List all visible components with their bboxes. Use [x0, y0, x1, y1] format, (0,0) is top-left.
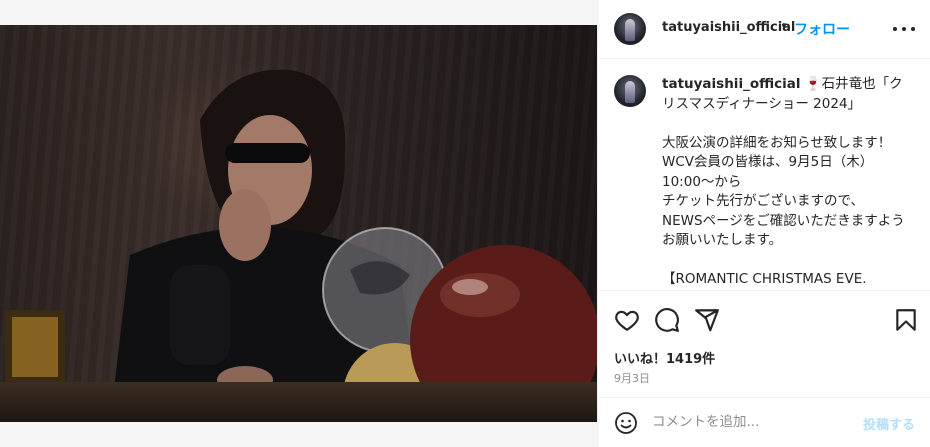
post-date[interactable]: 9月3日	[614, 370, 650, 386]
caption-body: 🍷石井竜也「クリスマスディナーショー 2024」 大阪公演の詳細をお知らせ致しま…	[662, 76, 905, 287]
caption: tatuyaishii_official 🍷石井竜也「クリスマスディナーショー …	[662, 75, 914, 290]
likes-count[interactable]: いいね！1419件	[614, 348, 715, 367]
comment-icon[interactable]	[654, 307, 680, 333]
caption-area: tatuyaishii_official 🍷石井竜也「クリスマスディナーショー …	[598, 60, 930, 290]
post-header: tatuyaishii_official • フォロー	[598, 0, 930, 59]
comment-input[interactable]	[652, 410, 852, 434]
caption-avatar[interactable]	[614, 75, 646, 107]
paper-plane-icon[interactable]	[694, 307, 720, 333]
post-comment-button[interactable]: 投稿する	[863, 414, 915, 433]
header-username[interactable]: tatuyaishii_official	[662, 20, 795, 35]
avatar[interactable]	[614, 13, 646, 45]
follow-button[interactable]: フォロー	[794, 19, 850, 39]
action-bar	[598, 290, 930, 350]
caption-username[interactable]: tatuyaishii_official	[662, 76, 801, 92]
bookmark-icon[interactable]	[893, 307, 919, 333]
post-photo[interactable]	[0, 25, 597, 422]
post-sidebar: tatuyaishii_official • フォロー tatuyaishii_…	[597, 0, 930, 447]
smiley-icon[interactable]	[614, 411, 638, 435]
more-icon[interactable]	[893, 20, 915, 38]
comment-bar: 投稿する	[598, 397, 930, 447]
post-media	[0, 0, 597, 447]
photo-scene	[0, 69, 597, 422]
heart-icon[interactable]	[614, 307, 640, 333]
separator-dot: •	[780, 19, 788, 34]
